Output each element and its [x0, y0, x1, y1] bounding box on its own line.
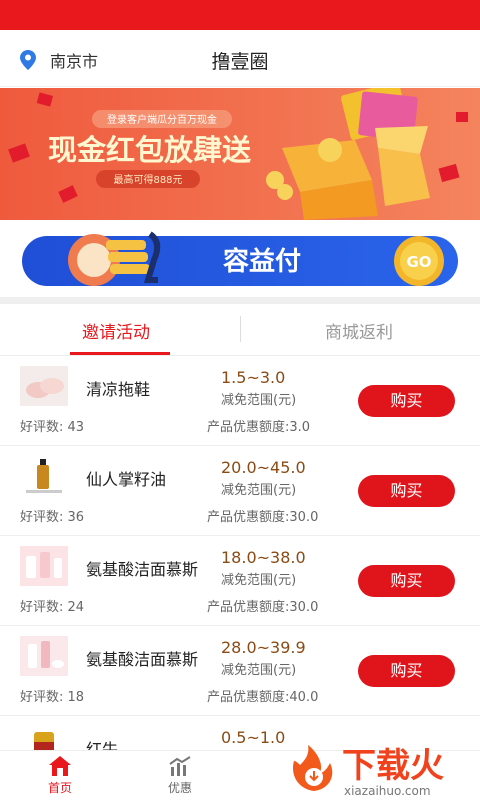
home-icon [49, 756, 71, 776]
watermark-brand: 下载火 [342, 746, 444, 786]
go-button[interactable]: GO [406, 253, 431, 271]
discount-range: 18.0~38.0 [221, 548, 306, 567]
discount-quota: 产品优惠额度:30.0 [207, 510, 319, 525]
discount-quota: 产品优惠额度:40.0 [207, 690, 319, 705]
top-bar: 南京市 撸壹圈 [0, 30, 480, 87]
tab-separator [240, 316, 241, 342]
discount-range: 0.5~1.0 [221, 728, 286, 747]
good-reviews: 好评数: 43 [20, 420, 85, 435]
discount-range: 1.5~3.0 [221, 368, 286, 387]
tab-mall-rebate[interactable]: 商城返利 [325, 318, 393, 343]
product-image-cleanser [20, 546, 68, 586]
product-name: 仙人掌籽油 [86, 470, 167, 489]
product-name: 清凉拖鞋 [86, 380, 151, 399]
discount-quota: 产品优惠额度:30.0 [207, 600, 319, 615]
buy-button[interactable]: 购买 [358, 475, 455, 507]
pay-banner[interactable]: 容益付 GO [22, 230, 458, 292]
product-image-cleanser [20, 636, 68, 676]
product-row[interactable]: 氨基酸洁面慕斯 好评数: 24 18.0~38.0 减免范围(元) 产品优惠额度… [0, 536, 480, 626]
tab-bar: 邀请活动 商城返利 [0, 304, 480, 356]
pay-banner-text: 容益付 [223, 246, 301, 277]
buy-button[interactable]: 购买 [358, 655, 455, 687]
banner-headline: 现金红包放肆送 [48, 133, 251, 167]
promo-banner[interactable]: 登录客户端瓜分百万现金 现金红包放肆送 最高可得888元 [0, 88, 480, 220]
section-divider [0, 297, 480, 304]
watermark-url: xiazaihuo.com [344, 784, 431, 798]
pay-banner-art: 容益付 GO [22, 231, 458, 286]
discount-range-label: 减免范围(元) [221, 393, 297, 408]
buy-button[interactable]: 购买 [358, 385, 455, 417]
banner-note: 最高可得888元 [113, 173, 182, 186]
nav-home[interactable]: 首页 [30, 755, 90, 796]
good-reviews: 好评数: 18 [20, 690, 85, 705]
product-row[interactable]: 仙人掌籽油 好评数: 36 20.0~45.0 减免范围(元) 产品优惠额度:3… [0, 446, 480, 536]
discount-range-label: 减免范围(元) [221, 663, 297, 678]
status-bar [0, 0, 480, 30]
banner-subtitle: 登录客户端瓜分百万现金 [107, 113, 217, 126]
banner-art: 登录客户端瓜分百万现金 现金红包放肆送 最高可得888元 [0, 88, 480, 220]
discount-range-label: 减免范围(元) [221, 483, 297, 498]
watermark: 下载火 xiazaihuo.com [280, 733, 480, 800]
page-title: 撸壹圈 [211, 51, 269, 73]
watermark-logo: 下载火 xiazaihuo.com [292, 745, 444, 798]
discount-range: 28.0~39.9 [221, 638, 306, 657]
tab-invite-activity[interactable]: 邀请活动 [82, 318, 150, 343]
product-name: 氨基酸洁面慕斯 [86, 560, 199, 579]
good-reviews: 好评数: 36 [20, 510, 85, 525]
product-row[interactable]: 清凉拖鞋 好评数: 43 1.5~3.0 减免范围(元) 产品优惠额度:3.0 … [0, 356, 480, 446]
discount-quota: 产品优惠额度:3.0 [207, 420, 311, 435]
nav-home-label: 首页 [47, 781, 72, 795]
product-name: 氨基酸洁面慕斯 [86, 650, 199, 669]
chart-icon [169, 756, 191, 776]
product-image-slippers [20, 366, 68, 406]
product-row[interactable]: 氨基酸洁面慕斯 好评数: 18 28.0~39.9 减免范围(元) 产品优惠额度… [0, 626, 480, 716]
product-image-oil [20, 456, 68, 496]
good-reviews: 好评数: 24 [20, 600, 85, 615]
buy-button[interactable]: 购买 [358, 565, 455, 597]
discount-range: 20.0~45.0 [221, 458, 306, 477]
discount-range-label: 减免范围(元) [221, 573, 297, 588]
nav-discount[interactable]: 优惠 [150, 755, 210, 796]
active-tab-indicator [70, 352, 170, 355]
nav-discount-label: 优惠 [167, 781, 192, 795]
